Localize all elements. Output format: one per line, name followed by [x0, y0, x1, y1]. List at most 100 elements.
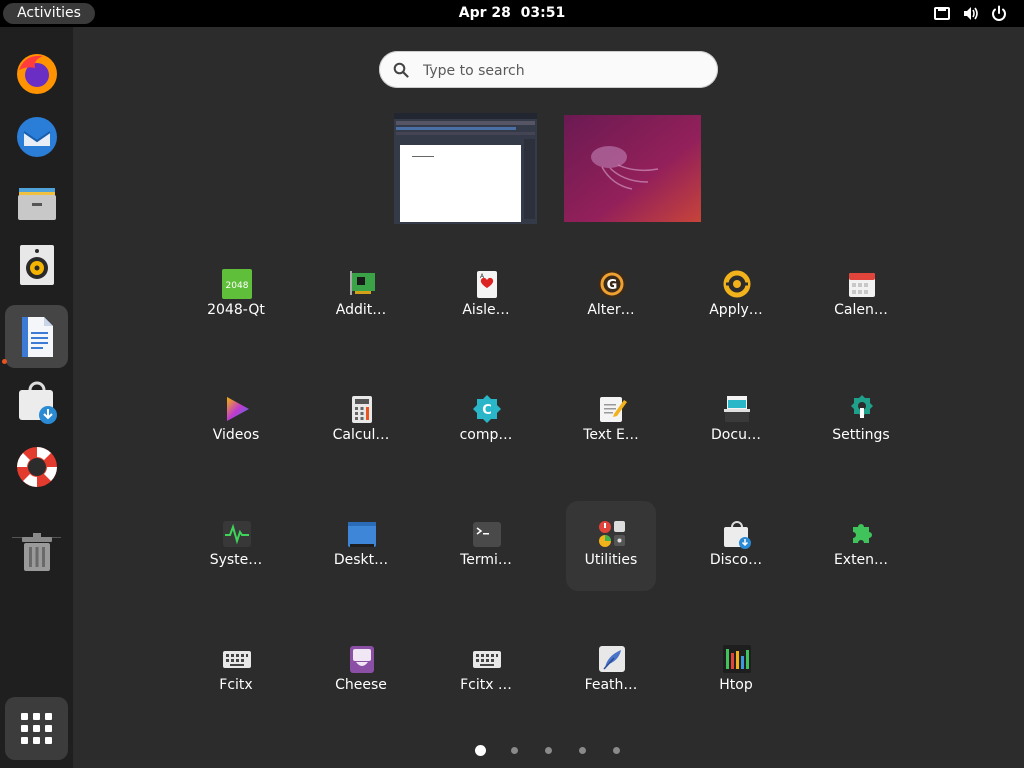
desktop-wallpaper-thumbnail[interactable]	[564, 115, 701, 222]
app-label: 2048-Qt	[207, 302, 265, 318]
show-apps-button[interactable]	[5, 697, 68, 760]
show-apps-icon	[21, 713, 52, 744]
page-dot-2[interactable]	[511, 747, 518, 754]
app-feather[interactable]: Feath…	[566, 626, 656, 716]
text-editor-icon	[600, 397, 627, 422]
app-apply[interactable]: Apply…	[691, 251, 781, 341]
calculator-icon	[352, 396, 372, 423]
trash-icon	[22, 533, 52, 571]
app-label: Termi…	[460, 552, 512, 568]
app-document-scanner[interactable]: Docu…	[691, 376, 781, 466]
app-fcitx[interactable]: Fcitx	[191, 626, 281, 716]
dock-item-writer[interactable]	[5, 305, 68, 368]
app-label: Text E…	[583, 427, 639, 443]
app-label: Videos	[212, 427, 260, 443]
firefox-icon	[17, 54, 57, 94]
app-system-monitor[interactable]: Syste…	[191, 501, 281, 591]
app-text-editor[interactable]: Text E…	[566, 376, 656, 466]
dock-item-software[interactable]	[5, 371, 68, 434]
dock-item-rhythmbox[interactable]	[5, 233, 68, 296]
apply-icon	[723, 270, 751, 298]
files-icon	[18, 188, 56, 220]
top-bar: Activities Apr 28 03:51	[0, 0, 1024, 27]
page-dot-3[interactable]	[545, 747, 552, 754]
network-icon[interactable]	[933, 5, 951, 22]
app-videos[interactable]: Videos	[191, 376, 281, 466]
app-label: Settings	[832, 427, 890, 443]
app-label: Utilities	[584, 552, 638, 568]
app-label: comp…	[459, 427, 513, 443]
dock-item-trash[interactable]	[5, 520, 68, 583]
software-icon	[19, 381, 57, 424]
app-settings[interactable]: Settings	[816, 376, 906, 466]
page-dot-4[interactable]	[579, 747, 586, 754]
thunderbird-icon	[17, 117, 57, 157]
utilities-folder-icon	[599, 521, 625, 547]
app-additional-drivers[interactable]: Addit…	[316, 251, 406, 341]
keyboard-icon	[223, 651, 251, 668]
app-label: Disco…	[709, 552, 763, 568]
power-icon[interactable]	[990, 5, 1008, 22]
clock-date[interactable]: Apr 28	[459, 5, 511, 21]
app-desktop[interactable]: Deskt…	[316, 501, 406, 591]
app-terminal[interactable]: Termi…	[441, 501, 531, 591]
app-calendar[interactable]: Calen…	[816, 251, 906, 341]
cards-icon: A	[477, 271, 497, 298]
document-scanner-icon	[724, 396, 750, 422]
app-label: Docu…	[711, 427, 761, 443]
search-box[interactable]	[379, 51, 718, 88]
desktop-icon	[348, 522, 376, 547]
dock-item-thunderbird[interactable]	[5, 105, 68, 168]
dock-item-help[interactable]	[5, 435, 68, 498]
app-cheese[interactable]: Cheese	[316, 626, 406, 716]
settings-icon	[851, 395, 873, 418]
app-label: Feath…	[584, 677, 638, 693]
app-aisleriot[interactable]: A Aisle…	[441, 251, 531, 341]
rhythmbox-icon	[20, 245, 54, 285]
svg-text:2048: 2048	[226, 281, 249, 291]
terminal-icon	[473, 522, 501, 547]
app-calculator[interactable]: Calcul…	[316, 376, 406, 466]
activities-button[interactable]: Activities	[3, 3, 95, 24]
htop-icon	[723, 645, 751, 673]
system-monitor-icon	[223, 521, 251, 547]
clock-time[interactable]: 03:51	[521, 5, 566, 21]
dock-item-firefox[interactable]	[5, 41, 68, 104]
calendar-icon	[849, 273, 875, 297]
page-dot-1[interactable]	[475, 745, 486, 756]
discover-icon	[724, 521, 751, 549]
app-label: Calen…	[834, 302, 888, 318]
running-indicator	[2, 359, 7, 364]
dock	[0, 27, 73, 768]
search-input[interactable]	[421, 59, 705, 82]
svg-text:C: C	[482, 403, 492, 418]
app-label: Syste…	[209, 552, 263, 568]
app-label: Apply…	[709, 302, 763, 318]
app-extensions[interactable]: Exten…	[816, 501, 906, 591]
app-fcitx-config[interactable]: Fcitx …	[441, 626, 531, 716]
compiz-icon: C	[473, 395, 501, 423]
cheese-icon	[350, 646, 374, 673]
app-htop[interactable]: Htop	[691, 626, 781, 716]
volume-icon[interactable]	[962, 5, 980, 22]
app-discover[interactable]: Disco…	[691, 501, 781, 591]
app-utilities-folder[interactable]: Utilities	[566, 501, 656, 591]
keyboard-icon	[473, 651, 501, 668]
dock-item-files[interactable]	[5, 169, 68, 232]
writer-window-thumbnail[interactable]	[394, 113, 537, 224]
svg-text:G: G	[607, 278, 618, 293]
app-alternatives[interactable]: G Alter…	[566, 251, 656, 341]
additional-drivers-icon	[350, 271, 375, 295]
app-label: Calcul…	[332, 427, 390, 443]
page-dot-5[interactable]	[613, 747, 620, 754]
app-label: Alter…	[587, 302, 635, 318]
writer-icon	[22, 317, 53, 357]
feather-icon	[599, 646, 625, 672]
app-label: Fcitx …	[460, 677, 512, 693]
extensions-icon	[853, 524, 872, 543]
alternatives-icon: G	[598, 270, 626, 298]
app-2048-qt[interactable]: 2048 2048-Qt	[191, 251, 281, 341]
help-icon	[17, 447, 57, 487]
app-compiz[interactable]: C comp…	[441, 376, 531, 466]
app-label: Addit…	[335, 302, 387, 318]
